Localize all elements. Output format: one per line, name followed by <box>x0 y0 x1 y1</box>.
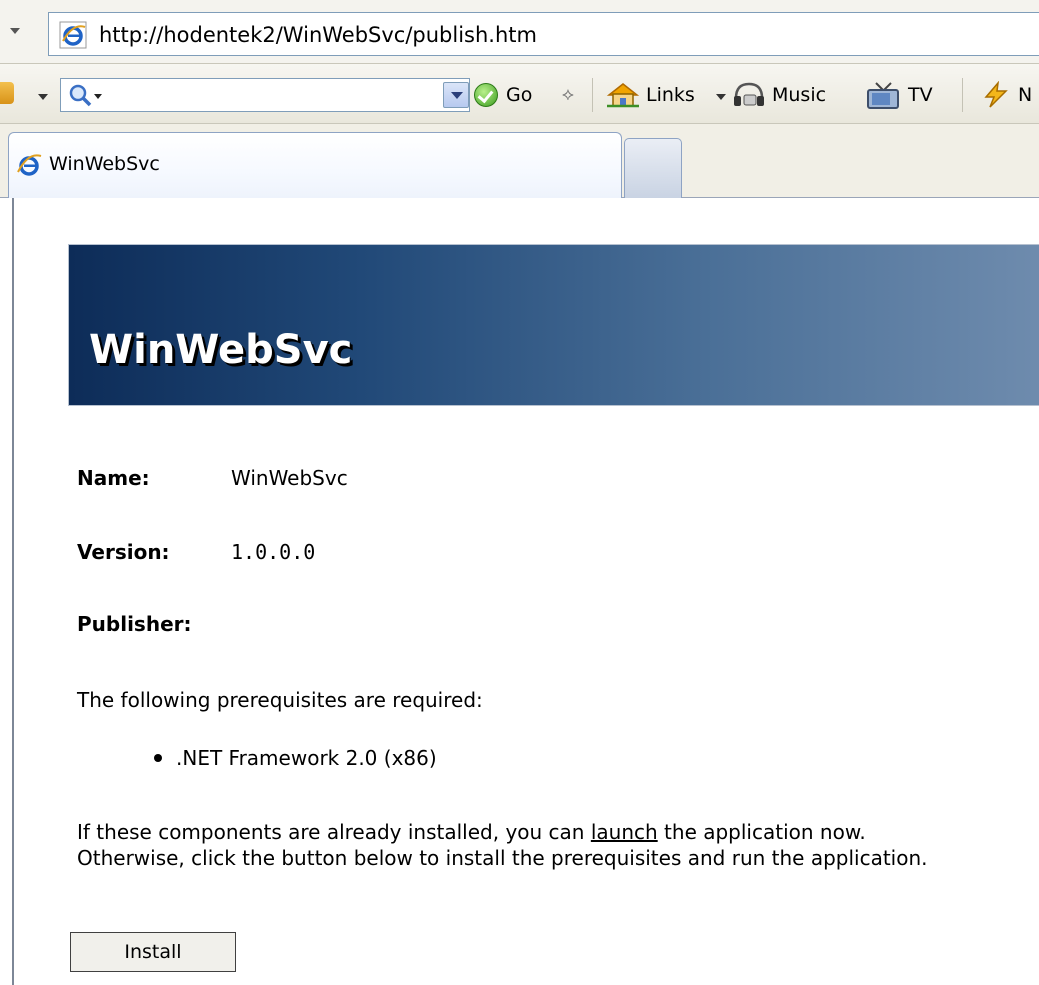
tv-label: TV <box>908 84 933 106</box>
list-item: .NET Framework 2.0 (x86) <box>154 746 437 770</box>
app-banner: WinWebSvc <box>68 244 1039 406</box>
new-tab-button[interactable] <box>624 138 682 198</box>
prerequisites-list: .NET Framework 2.0 (x86) <box>154 746 437 770</box>
headphones-music-icon <box>734 82 764 106</box>
news-label: N <box>1018 84 1033 106</box>
instructions-line-1: If these components are already installe… <box>77 820 866 844</box>
version-label: Version: <box>77 540 170 564</box>
address-url-text: http://hodentek2/WinWebSvc/publish.htm <box>99 23 537 47</box>
search-dropdown-button[interactable] <box>443 82 469 108</box>
go-icon <box>474 83 498 107</box>
prerequisite-name: .NET Framework 2.0 (x86) <box>176 746 437 770</box>
toolbar-divider <box>592 78 593 112</box>
address-bar-row: http://hodentek2/WinWebSvc/publish.htm <box>0 0 1039 64</box>
bullet-icon <box>154 754 162 762</box>
links-button[interactable]: Links <box>606 78 695 112</box>
toolbar-divider <box>962 78 963 112</box>
go-button[interactable]: Go <box>474 78 532 112</box>
launch-link[interactable]: launch <box>591 820 658 844</box>
ie-icon <box>59 21 87 49</box>
name-value: WinWebSvc <box>231 466 348 490</box>
favorites-dropdown-arrow-icon[interactable] <box>38 94 48 100</box>
go-label: Go <box>506 84 533 106</box>
name-label: Name: <box>77 466 150 490</box>
search-input[interactable] <box>60 78 470 112</box>
tab-winwebsvc[interactable]: WinWebSvc <box>8 132 622 198</box>
address-field[interactable]: http://hodentek2/WinWebSvc/publish.htm <box>48 12 1039 56</box>
back-dropdown-arrow-icon[interactable] <box>10 28 20 34</box>
links-label: Links <box>646 84 695 106</box>
news-button[interactable]: N <box>980 78 1032 112</box>
lightning-news-icon <box>984 81 1008 108</box>
instructions-text: If these components are already installe… <box>77 820 591 844</box>
tab-strip: WinWebSvc <box>0 124 1039 198</box>
music-button[interactable]: Music <box>732 78 826 112</box>
page-content: WinWebSvc Name: WinWebSvc Version: 1.0.0… <box>12 198 1039 985</box>
tv-icon <box>867 82 899 109</box>
music-label: Music <box>772 84 827 106</box>
favorites-icon[interactable] <box>0 82 14 104</box>
tab-title: WinWebSvc <box>49 153 160 175</box>
version-value: 1.0.0.0 <box>231 540 316 564</box>
home-links-icon <box>606 83 640 108</box>
ie-icon <box>17 154 42 176</box>
links-dropdown-arrow-icon[interactable] <box>716 94 726 100</box>
instructions-line-2: Otherwise, click the button below to ins… <box>77 846 928 870</box>
toolbar-grip-icon[interactable]: ⟡ <box>562 84 574 105</box>
install-button[interactable]: Install <box>70 932 236 972</box>
prerequisites-heading: The following prerequisites are required… <box>77 688 483 712</box>
links-toolbar: Go ⟡ Links Music TV N <box>0 64 1039 124</box>
publisher-label: Publisher: <box>77 612 192 636</box>
instructions-text: the application now. <box>657 820 866 844</box>
tv-button[interactable]: TV <box>866 78 933 112</box>
banner-title: WinWebSvc <box>89 327 353 373</box>
search-icon[interactable] <box>67 83 103 109</box>
